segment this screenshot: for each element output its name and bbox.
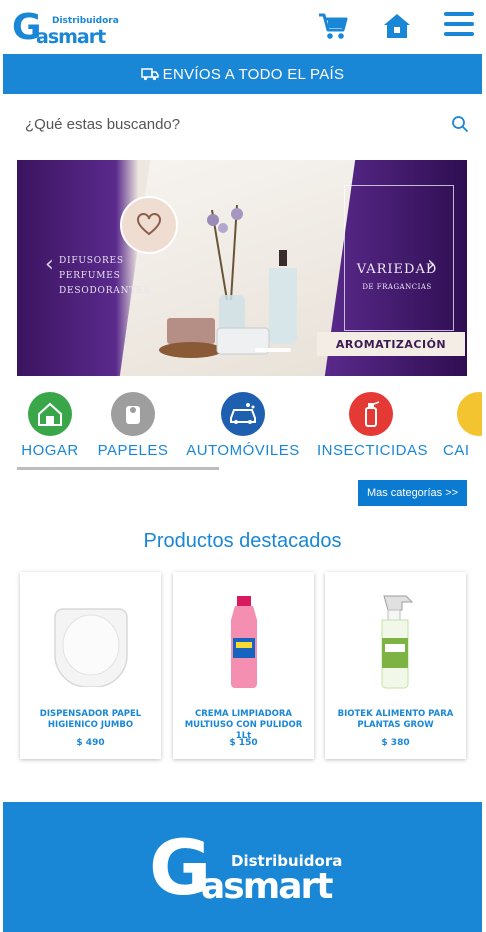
hamburger-menu-icon[interactable]: [443, 11, 475, 41]
product-name: DISPENSADOR PAPEL HIGIENICO JUMBO: [39, 709, 142, 730]
logo[interactable]: G Distribuidora asmart: [12, 10, 122, 49]
hero-carousel[interactable]: DIFUSORES PERFUMES DESODORANTES VARIEDAD…: [17, 160, 467, 376]
product-image: [173, 582, 314, 702]
category-partial[interactable]: CAI: [443, 392, 482, 459]
search-bar: [3, 94, 482, 156]
page: G Distribuidora asmart ENVÍOS A TODO EL …: [3, 0, 482, 932]
footer: G Distribuidora asmart: [3, 802, 482, 932]
header: G Distribuidora asmart: [3, 0, 482, 54]
product-price: $ 490: [76, 738, 105, 748]
hero-right-subtitle: DE FRAGANCIAS: [362, 283, 432, 291]
search-input[interactable]: [23, 108, 427, 140]
category-label: PAPELES: [97, 442, 169, 459]
house-cleaning-icon: [28, 392, 72, 436]
carousel-next-icon[interactable]: ›: [427, 252, 436, 277]
product-image: [325, 582, 466, 702]
home-icon[interactable]: [381, 10, 413, 46]
search-icon[interactable]: [451, 115, 469, 137]
heart-icon: [120, 196, 178, 254]
product-card[interactable]: DISPENSADOR PAPEL HIGIENICO JUMBO $ 490: [20, 572, 161, 759]
category-automoviles[interactable]: AUTOMÓVILES: [185, 392, 301, 459]
category-label: HOGAR: [21, 442, 79, 459]
hero-category-tag[interactable]: AROMATIZACIÓN: [317, 332, 465, 356]
category-strip: HOGAR PAPELES AUTOMÓVILES INSECTICIDAS C…: [3, 392, 482, 472]
insecticide-spray-icon: [349, 392, 393, 436]
product-name: BIOTEK ALIMENTO PARA PLANTAS GROW: [337, 709, 454, 730]
cart-icon[interactable]: [317, 10, 349, 46]
product-price: $ 380: [381, 738, 410, 748]
hero-line: DESODORANTES: [59, 286, 151, 296]
footer-logo-g: G: [149, 823, 211, 912]
more-categories-button[interactable]: Mas categorías >>: [358, 480, 467, 506]
hero-left-text: DIFUSORES PERFUMES DESODORANTES: [59, 254, 150, 299]
hero-frame: [344, 185, 454, 331]
category-scrollbar[interactable]: [17, 467, 219, 470]
truck-icon: [140, 68, 159, 81]
logo-distribuidora: Distribuidora: [52, 16, 119, 26]
category-papeles[interactable]: PAPELES: [97, 392, 169, 459]
product-price: $ 150: [229, 738, 258, 748]
category-hogar[interactable]: HOGAR: [21, 392, 79, 459]
carousel-prev-icon[interactable]: ‹: [45, 252, 54, 277]
hero-line: DIFUSORES: [59, 256, 124, 266]
product-card[interactable]: CREMA LIMPIADORA MULTIUSO CON PULIDOR 1L…: [173, 572, 314, 759]
shipping-text: ENVÍOS A TODO EL PAÍS: [162, 65, 345, 83]
product-image: [20, 582, 161, 702]
category-label: CAI: [443, 442, 470, 459]
hero-line: PERFUMES: [59, 271, 121, 281]
category-label: AUTOMÓVILES: [186, 442, 300, 459]
featured-products: DISPENSADOR PAPEL HIGIENICO JUMBO $ 490 …: [20, 572, 466, 762]
logo-name: asmart: [36, 26, 106, 48]
footer-logo[interactable]: G Distribuidora asmart: [149, 830, 349, 908]
featured-products-title: Productos destacados: [143, 530, 342, 552]
product-card[interactable]: BIOTEK ALIMENTO PARA PLANTAS GROW $ 380: [325, 572, 466, 759]
car-wash-icon: [221, 392, 265, 436]
carousel-indicator[interactable]: [255, 348, 291, 352]
category-icon: [457, 392, 482, 436]
category-label: INSECTICIDAS: [317, 442, 429, 459]
category-insecticidas[interactable]: INSECTICIDAS: [317, 392, 429, 459]
paper-roll-icon: [111, 392, 155, 436]
footer-logo-name: asmart: [201, 866, 333, 907]
shipping-banner: ENVÍOS A TODO EL PAÍS: [3, 54, 482, 94]
